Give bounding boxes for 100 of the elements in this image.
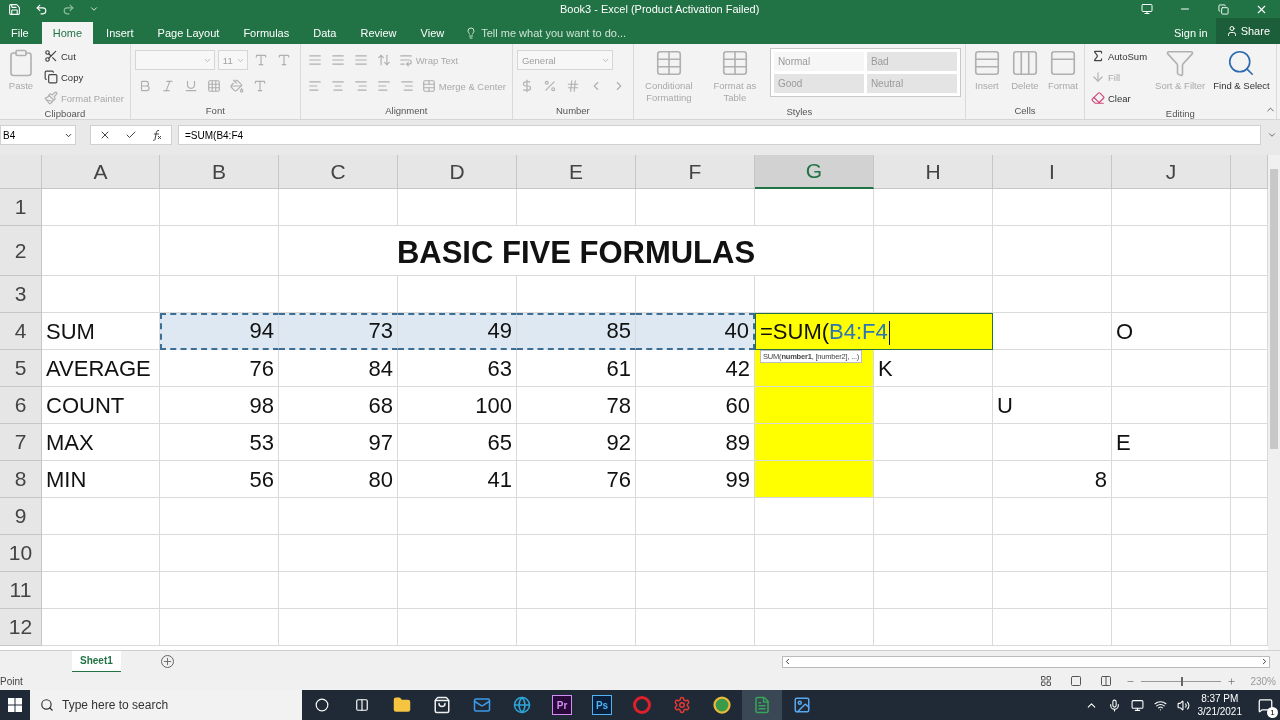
clock-time[interactable]: 8:37 PM [1201,692,1239,705]
row-header[interactable]: 2 [0,226,42,276]
row-header[interactable]: 1 [0,189,42,226]
group-label: Styles [785,106,814,119]
wrap-text-icon [398,53,413,67]
number-cell: 100 [398,387,517,424]
page-break-icon[interactable] [1100,675,1113,687]
undo-icon[interactable] [35,2,48,16]
row-header[interactable]: 3 [0,276,42,313]
row-header[interactable]: 5 [0,350,42,387]
search-icon [40,698,54,712]
scroll-left-icon[interactable] [783,657,792,666]
column-header[interactable]: C [279,155,398,189]
column-header[interactable]: D [398,155,517,189]
ribbon-button[interactable]: Cut [42,46,126,66]
ribbon-tab[interactable]: File [0,22,40,44]
status-mode: Point [0,675,23,687]
align-center-icon [330,79,345,93]
notification-count: 1 [1267,707,1278,718]
ribbon-tab[interactable]: Review [349,22,408,44]
notifications-button[interactable]: 1 [1250,690,1280,720]
microphone-icon[interactable] [1107,698,1121,712]
group-label: Alignment [384,105,429,118]
row-header[interactable]: 11 [0,572,42,609]
name-box[interactable]: B4 [0,125,76,145]
row-header[interactable]: 10 [0,535,42,572]
share-button[interactable]: Share [1215,18,1280,44]
align-left-icon [307,79,322,93]
taskbar-search-field[interactable]: Type here to search [30,690,302,720]
ribbon-tab[interactable]: View [409,22,456,44]
ribbon-tab[interactable]: Home [41,22,94,44]
formula-field[interactable]: =SUM(B4:F4 [178,125,1261,145]
column-header[interactable]: H [874,155,993,189]
row-header[interactable]: 9 [0,498,42,535]
ribbon-tab[interactable]: Insert [95,22,145,44]
clock-date[interactable]: 3/21/2021 [1197,705,1242,718]
underline-icon [183,79,198,93]
sort-filter-icon [1165,48,1196,78]
column-header[interactable]: B [160,155,279,189]
expand-icon[interactable] [1267,130,1277,140]
text-cell: E [1112,424,1231,461]
number-cell: 65 [398,424,517,461]
zoom-slider-thumb[interactable] [1181,676,1184,686]
save-icon[interactable] [8,2,21,16]
row-header[interactable]: 6 [0,387,42,424]
fill-color-icon [229,79,244,93]
text-cell: COUNT [42,387,160,424]
number-cell: 76 [517,461,636,498]
column-header[interactable]: I [993,155,1112,189]
text-cell: K [874,350,993,387]
network-icon[interactable] [1130,698,1144,712]
column-header[interactable]: J [1112,155,1231,189]
taskbar-app[interactable]: Pr [542,690,582,720]
number-cell: 78 [517,387,636,424]
vertical-scrollbar[interactable] [1268,155,1280,650]
column-header[interactable]: A [42,155,160,189]
redo-icon[interactable] [62,2,75,16]
page-layout-icon[interactable] [1070,675,1083,687]
scroll-thumb[interactable] [1270,169,1278,449]
wifi-icon[interactable] [1153,698,1167,712]
taskbar-app[interactable]: Ps [582,690,622,720]
browser-icon [513,696,531,714]
number-cell: 60 [636,387,755,424]
normal-view-icon[interactable] [1040,675,1053,687]
volume-icon[interactable] [1176,698,1190,712]
column-header[interactable]: E [517,155,636,189]
cancel-icon[interactable] [99,129,111,141]
number-cell: 73 [279,313,398,350]
ribbon-button[interactable]: Copy [42,67,126,87]
group-label: Editing [1164,108,1196,119]
notifications-icon [1257,697,1273,713]
scroll-right-icon[interactable] [1260,657,1269,666]
field-value: General [521,54,556,66]
sheet-tab[interactable]: Sheet1 [72,650,121,673]
ribbon-button[interactable]: Find & Select [1211,46,1272,94]
tell-me-field[interactable]: Tell me what you want to do... [481,27,627,39]
ribbon-button[interactable]: AutoSum [1089,46,1150,66]
row-header[interactable]: 8 [0,461,42,498]
customize-icon[interactable] [89,4,99,14]
number-cell: 89 [636,424,755,461]
number-cell: 92 [517,424,636,461]
column-header[interactable]: G [755,155,874,189]
insert-function-icon[interactable] [151,129,163,141]
row-header[interactable]: 4 [0,313,42,350]
middle-align-icon [330,53,345,67]
group-label: Clipboard [43,108,87,119]
sign-in-link[interactable]: Sign in [1166,22,1216,44]
column-header[interactable]: F [636,155,755,189]
row-header[interactable]: 12 [0,609,42,646]
horizontal-scrollbar[interactable] [782,655,1270,668]
row-header[interactable]: 7 [0,424,42,461]
ribbon-button[interactable]: Clear [1089,88,1150,108]
enter-icon[interactable] [125,129,137,141]
fill-down-icon [1091,70,1105,84]
ribbon-tab[interactable]: Data [302,22,348,44]
ribbon-tab[interactable]: Page Layout [146,22,231,44]
text-cell: SUM [42,313,160,350]
ribbon-tab[interactable]: Formulas [232,22,301,44]
zoom-in-icon[interactable] [1227,676,1237,686]
field-value: 11 [222,54,233,66]
